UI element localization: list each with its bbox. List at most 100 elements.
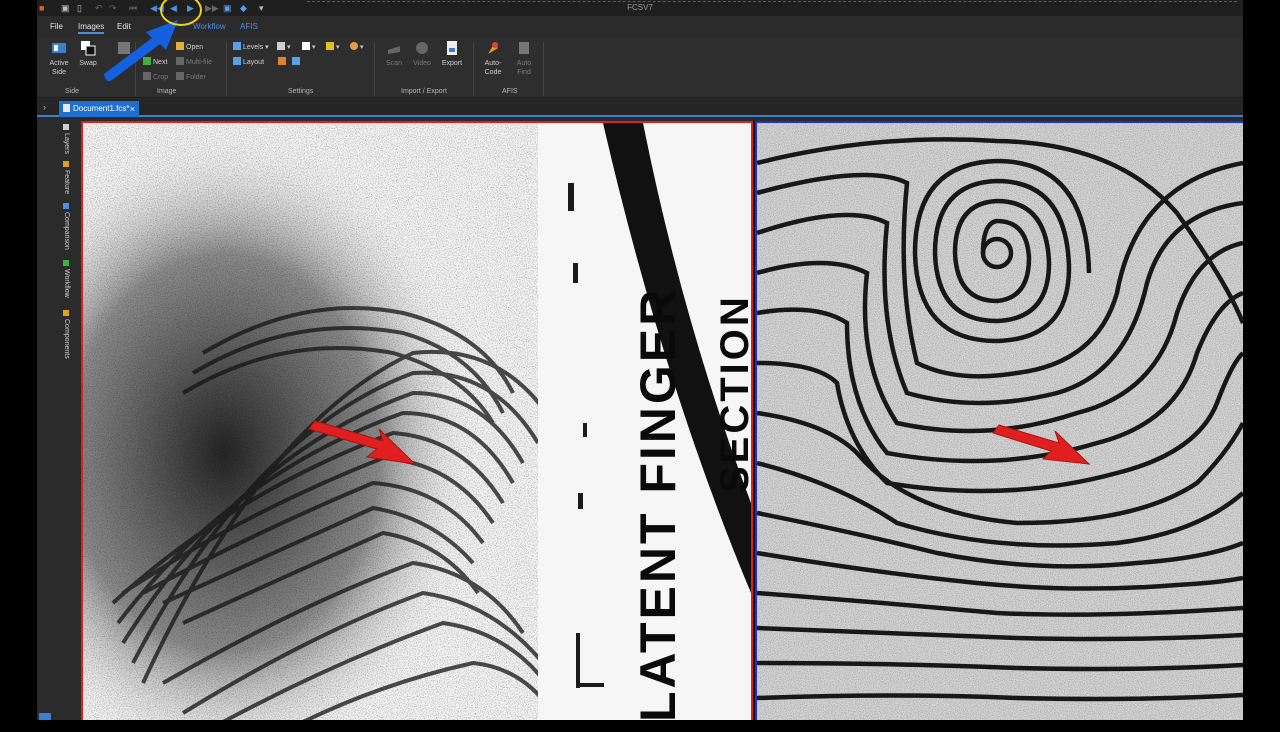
tab-workflow-label: Workflow	[63, 269, 70, 298]
open-label: Open	[186, 44, 204, 51]
separator	[226, 42, 227, 96]
export-label: Export	[441, 60, 463, 67]
video-button[interactable]: Video	[408, 40, 436, 68]
tab-feature[interactable]: Feature	[63, 161, 70, 194]
levels-icon	[233, 42, 241, 50]
next-icon	[143, 57, 151, 65]
known-print-pane[interactable]	[755, 121, 1243, 720]
latent-fingerprint-image: LATENT FINGER SECTION	[83, 123, 751, 720]
rotate-button[interactable]	[110, 40, 138, 56]
image-settings-icon	[292, 57, 300, 65]
workflow-icon	[63, 260, 69, 266]
side-panel-tabs: Layers Feature Comparison Workflow Compo…	[37, 119, 81, 720]
group-label-side: Side	[65, 88, 80, 95]
color-icon	[278, 57, 286, 65]
file-icon	[63, 104, 70, 112]
title-bar: ■ ▣ ▯ ↶ ↷ ⏮ ◀◀ ◀ ▶ ▶▶ ▣ ◆ ▾ FCSV7	[37, 0, 1243, 16]
known-fingerprint-image	[757, 123, 1243, 720]
auto-find-button[interactable]: Auto Find	[510, 40, 538, 77]
folder-button[interactable]: Folder	[176, 72, 206, 83]
feature-icon	[63, 161, 69, 167]
export-button[interactable]: Export	[438, 40, 466, 68]
marker-icon	[302, 42, 310, 50]
menu-file[interactable]: File	[50, 22, 63, 31]
separator	[374, 42, 375, 96]
auto-code-icon	[488, 42, 498, 54]
app-logo	[39, 713, 51, 720]
folder-label: Folder	[186, 74, 206, 81]
tab-components[interactable]: Components	[63, 310, 70, 359]
display-icon	[277, 42, 285, 50]
menu-afis[interactable]: AFIS	[240, 22, 258, 31]
video-icon	[416, 42, 428, 54]
comparison-icon	[63, 203, 69, 209]
group-label-afis: AFIS	[502, 88, 518, 95]
group-label-import-export: Import / Export	[401, 88, 447, 95]
swap-icon	[81, 41, 96, 56]
layers-icon	[63, 124, 69, 130]
next-button[interactable]: Next	[143, 57, 167, 68]
multi-file-icon	[176, 57, 184, 65]
close-tab-icon[interactable]: ×	[130, 101, 135, 117]
document-tab-bar: › Document1.fcs* ×	[37, 99, 1243, 117]
scan-button[interactable]: Scan	[380, 40, 408, 68]
auto-find-label: Auto Find	[516, 60, 532, 76]
components-icon	[63, 310, 69, 316]
separator	[135, 42, 136, 96]
menu-workflow[interactable]: Workflow	[193, 22, 226, 31]
active-side-button[interactable]: Active Side	[45, 40, 73, 77]
ribbon: Active Side Swap Side Open Next Multi-fi…	[37, 38, 1243, 98]
divider	[307, 1, 1237, 2]
display-mode-button[interactable]: ▾	[277, 42, 291, 53]
tab-comparison-label: Comparison	[63, 212, 70, 250]
auto-code-label: Auto- Code	[484, 60, 502, 76]
scan-icon	[388, 46, 400, 54]
layout-button[interactable]: Layout	[233, 57, 264, 68]
pen-icon	[326, 42, 334, 50]
group-label-settings: Settings	[288, 88, 314, 95]
menu-bar: File Images Edit Workflow AFIS	[37, 16, 1243, 38]
expand-panel-icon[interactable]: ›	[43, 102, 46, 112]
folder-open-icon	[176, 42, 184, 50]
swap-label: Swap	[79, 60, 97, 67]
pen-button[interactable]: ▾	[326, 42, 340, 53]
auto-code-button[interactable]: Auto- Code	[479, 40, 507, 77]
tab-workflow[interactable]: Workflow	[63, 260, 70, 298]
open-button[interactable]: Open	[176, 42, 203, 53]
separator	[543, 42, 544, 96]
marker-button[interactable]: ▾	[302, 42, 316, 53]
image-settings-button[interactable]	[292, 57, 302, 68]
color-button[interactable]	[278, 57, 288, 68]
layout-label: Layout	[243, 59, 265, 66]
folder-icon	[176, 72, 184, 80]
tab-layers[interactable]: Layers	[63, 124, 70, 154]
document-tab[interactable]: Document1.fcs* ×	[59, 101, 139, 117]
swap-button[interactable]: Swap	[74, 40, 102, 68]
separator	[473, 42, 474, 96]
comparison-viewer: LATENT FINGER SECTION	[81, 121, 1243, 720]
app-window: ■ ▣ ▯ ↶ ↷ ⏮ ◀◀ ◀ ▶ ▶▶ ▣ ◆ ▾ FCSV7 File I…	[37, 0, 1243, 720]
rotate-icon	[118, 42, 130, 54]
brightness-icon	[350, 42, 358, 50]
card-text-section: SECTION	[713, 294, 751, 493]
layout-icon	[233, 57, 241, 65]
multi-file-label: Multi-file	[186, 59, 213, 66]
brightness-button[interactable]: ▾	[350, 42, 364, 53]
menu-images[interactable]: Images	[78, 22, 105, 34]
crop-icon	[143, 72, 151, 80]
levels-button[interactable]: Levels ▾	[233, 42, 269, 53]
latent-print-pane[interactable]: LATENT FINGER SECTION	[81, 121, 753, 720]
active-side-label: Active Side	[49, 60, 69, 76]
tab-comparison[interactable]: Comparison	[63, 203, 70, 250]
window-title: FCSV7	[627, 3, 653, 12]
card-text-latent-finger: LATENT FINGER	[630, 287, 686, 720]
menu-edit[interactable]: Edit	[117, 22, 131, 31]
crop-button[interactable]: Crop	[143, 72, 168, 83]
document-tab-label: Document1.fcs	[73, 104, 127, 113]
multi-file-button[interactable]: Multi-file	[176, 57, 212, 68]
scan-label: Scan	[386, 60, 402, 67]
group-label-image: Image	[157, 88, 177, 95]
crop-label: Crop	[153, 74, 169, 81]
next-label: Next	[153, 59, 168, 66]
tab-feature-label: Feature	[63, 170, 70, 195]
